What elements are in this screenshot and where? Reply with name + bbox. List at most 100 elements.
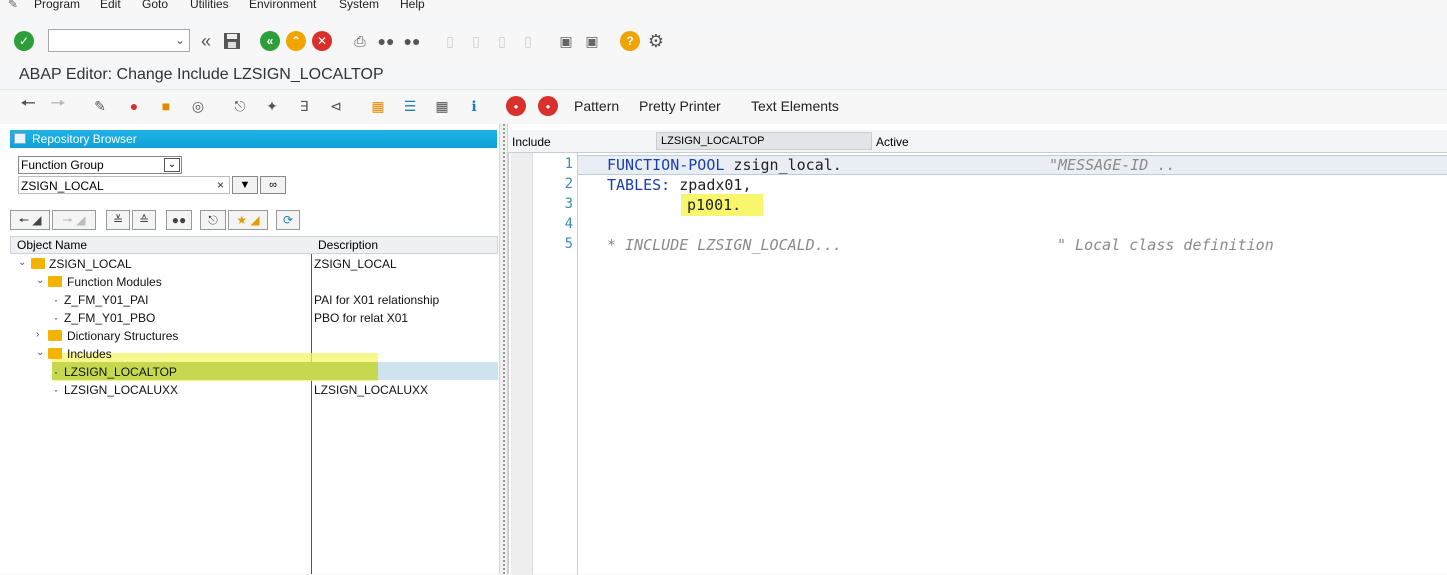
menu-edit[interactable]: Edit bbox=[100, 0, 121, 11]
display-change-icon[interactable]: ✎ bbox=[90, 96, 110, 116]
pretty-printer-button[interactable]: Pretty Printer bbox=[639, 98, 721, 114]
active-inactive-icon[interactable]: ● bbox=[124, 96, 144, 116]
other-object-icon[interactable]: ■ bbox=[156, 96, 176, 116]
chevron-down-icon[interactable]: ⌄ bbox=[18, 257, 26, 268]
pattern-button[interactable]: Pattern bbox=[574, 98, 619, 114]
up-icon[interactable]: ⌃ bbox=[286, 31, 306, 51]
command-field[interactable]: ⌄ bbox=[48, 29, 190, 52]
tree-node-function-modules[interactable]: ⌄ Function Modules bbox=[10, 273, 498, 291]
column-description[interactable]: Description bbox=[318, 238, 378, 252]
favorites-button[interactable]: ★ ◢ bbox=[228, 210, 268, 230]
title-bar: ABAP Editor: Change Include LZSIGN_LOCAL… bbox=[0, 62, 1447, 90]
save-icon[interactable] bbox=[222, 31, 242, 51]
dropdown-button[interactable]: ▼ bbox=[232, 176, 258, 194]
object-name-input[interactable]: ZSIGN_LOCAL × bbox=[18, 176, 230, 194]
folder-icon bbox=[48, 348, 62, 359]
code-line-1[interactable]: FUNCTION-POOL zsign_local. bbox=[607, 156, 842, 174]
back-arrow-icon: 🠔 ◢ bbox=[18, 213, 42, 227]
exit-icon[interactable]: « bbox=[260, 31, 280, 51]
menu-bar: ✎ Program Edit Goto Utilities Environmen… bbox=[0, 0, 1447, 14]
check-icon[interactable]: ◎ bbox=[188, 96, 208, 116]
table-icon[interactable]: ▦ bbox=[432, 96, 452, 116]
pane-splitter[interactable] bbox=[499, 124, 508, 574]
refresh-button[interactable]: ⟳ bbox=[276, 210, 300, 230]
enter-icon[interactable]: ✓ bbox=[14, 31, 34, 51]
object-type-select[interactable]: Function Group ⌄ bbox=[18, 156, 182, 174]
include-info-bar: Include LZSIGN_LOCALTOP Active bbox=[508, 130, 1447, 152]
column-object-name[interactable]: Object Name bbox=[17, 238, 87, 252]
tree-node-dictionary-structures[interactable]: › Dictionary Structures bbox=[10, 327, 498, 345]
expand-all-button[interactable]: ≚ bbox=[106, 210, 130, 230]
tree-node-function-group[interactable]: ⌄ ZSIGN_LOCAL ZSIGN_LOCAL bbox=[10, 255, 498, 273]
menu-goto[interactable]: Goto bbox=[142, 0, 168, 11]
bullet-icon: · bbox=[54, 311, 58, 325]
tree-node-label: LZSIGN_LOCALUXX bbox=[64, 383, 179, 397]
cancel-icon[interactable]: ✕ bbox=[312, 31, 332, 51]
menu-system[interactable]: System bbox=[339, 0, 379, 11]
find-icon[interactable]: ●● bbox=[376, 31, 396, 51]
clear-icon[interactable]: × bbox=[217, 178, 224, 192]
next-page-icon[interactable]: ▯ bbox=[492, 31, 512, 51]
find-next-icon[interactable]: ●● bbox=[402, 31, 422, 51]
line-number-column: 1 2 3 4 5 bbox=[533, 153, 577, 575]
repository-browser-header: Repository Browser bbox=[10, 130, 497, 148]
where-used-icon[interactable]: ⎋ bbox=[230, 96, 250, 116]
glasses-icon: ∞ bbox=[269, 179, 277, 191]
tree-node-lzsign-localtop[interactable]: · LZSIGN_LOCALTOP bbox=[10, 363, 498, 381]
chevron-down-icon[interactable]: ⌄ bbox=[36, 347, 44, 358]
tree-node-z-fm-y01-pbo[interactable]: · Z_FM_Y01_PBO PBO for relat X01 bbox=[10, 309, 498, 327]
breakpoint-icon[interactable]: ● bbox=[506, 96, 526, 116]
menu-icon[interactable]: ✎ bbox=[8, 0, 18, 11]
back-icon[interactable]: « bbox=[196, 31, 216, 51]
find-button[interactable]: ●● bbox=[166, 210, 192, 230]
code-line-5-comment[interactable]: " Local class definition bbox=[1057, 236, 1274, 254]
code-line-1-comment[interactable]: "MESSAGE-ID .. bbox=[1049, 156, 1175, 174]
collapse-all-button[interactable]: ≙ bbox=[132, 210, 156, 230]
next-object-button[interactable]: 🠖 ◢ bbox=[52, 210, 96, 230]
repository-icon bbox=[14, 133, 26, 144]
list-icon[interactable]: ☰ bbox=[400, 96, 420, 116]
tree-node-description: LZSIGN_LOCALUXX bbox=[314, 383, 429, 397]
menu-program[interactable]: Program bbox=[34, 0, 80, 11]
prev-page-icon[interactable]: ▯ bbox=[466, 31, 486, 51]
info-icon[interactable]: ℹ bbox=[464, 96, 484, 116]
previous-object-button[interactable]: 🠔 ◢ bbox=[10, 210, 50, 230]
chevron-down-icon[interactable]: ⌄ bbox=[164, 158, 180, 172]
code-line-5[interactable]: * INCLUDE LZSIGN_LOCALD... bbox=[607, 236, 842, 254]
print-icon[interactable]: ⎙ bbox=[350, 31, 370, 51]
forward-arrow-icon: 🠖 ◢ bbox=[62, 213, 86, 227]
code-editor[interactable]: 1 2 3 4 5 FUNCTION-POOL zsign_local. "ME… bbox=[508, 152, 1447, 575]
chevron-down-icon[interactable]: ⌄ bbox=[175, 33, 185, 47]
external-breakpoint-icon[interactable]: ● bbox=[538, 96, 558, 116]
tree-node-z-fm-y01-pai[interactable]: · Z_FM_Y01_PAI PAI for X01 relationship bbox=[10, 291, 498, 309]
forward-arrow-icon[interactable]: 🠖 bbox=[48, 93, 68, 116]
chevron-right-icon[interactable]: › bbox=[36, 329, 39, 340]
hierarchy-icon[interactable]: ▦ bbox=[368, 96, 388, 116]
tree-node-description: PAI for X01 relationship bbox=[314, 293, 440, 307]
splitter-grip[interactable] bbox=[503, 124, 505, 574]
magic-wand-icon[interactable]: ✦ bbox=[262, 96, 282, 116]
shortcut-icon[interactable]: ▣ bbox=[582, 31, 602, 51]
back-arrow-icon[interactable]: 🠔 bbox=[18, 93, 38, 116]
new-session-icon[interactable]: ▣ bbox=[556, 31, 576, 51]
navigation-icon[interactable]: ⊲ bbox=[326, 96, 346, 116]
display-button[interactable]: ∞ bbox=[260, 176, 286, 194]
first-page-icon[interactable]: ▯ bbox=[440, 31, 460, 51]
menu-help[interactable]: Help bbox=[400, 0, 425, 11]
tree-node-lzsign-localuxx[interactable]: · LZSIGN_LOCALUXX LZSIGN_LOCALUXX bbox=[10, 381, 498, 399]
chevron-down-icon[interactable]: ⌄ bbox=[36, 275, 44, 286]
hierarchy-button[interactable]: ⎋ bbox=[200, 210, 226, 230]
standard-toolbar: ✓ ⌄ « « ⌃ ✕ ⎙ ●● ●● ▯ ▯ ▯ ▯ ▣ ▣ ? ⚙ bbox=[0, 22, 1447, 62]
settings-icon[interactable]: ⚙ bbox=[646, 31, 666, 51]
menu-environment[interactable]: Environment bbox=[249, 0, 316, 11]
help-icon[interactable]: ? bbox=[620, 31, 640, 51]
folder-icon bbox=[48, 276, 62, 287]
last-page-icon[interactable]: ▯ bbox=[518, 31, 538, 51]
code-line-3[interactable]: p1001. bbox=[687, 196, 741, 214]
text-elements-button[interactable]: Text Elements bbox=[751, 98, 839, 114]
editor-gutter[interactable] bbox=[511, 153, 533, 575]
test-icon[interactable]: ∃ bbox=[294, 96, 314, 116]
menu-utilities[interactable]: Utilities bbox=[190, 0, 229, 11]
code-line-2[interactable]: TABLES: zpadx01, bbox=[607, 176, 752, 194]
tree-node-includes[interactable]: ⌄ Includes bbox=[10, 345, 498, 363]
